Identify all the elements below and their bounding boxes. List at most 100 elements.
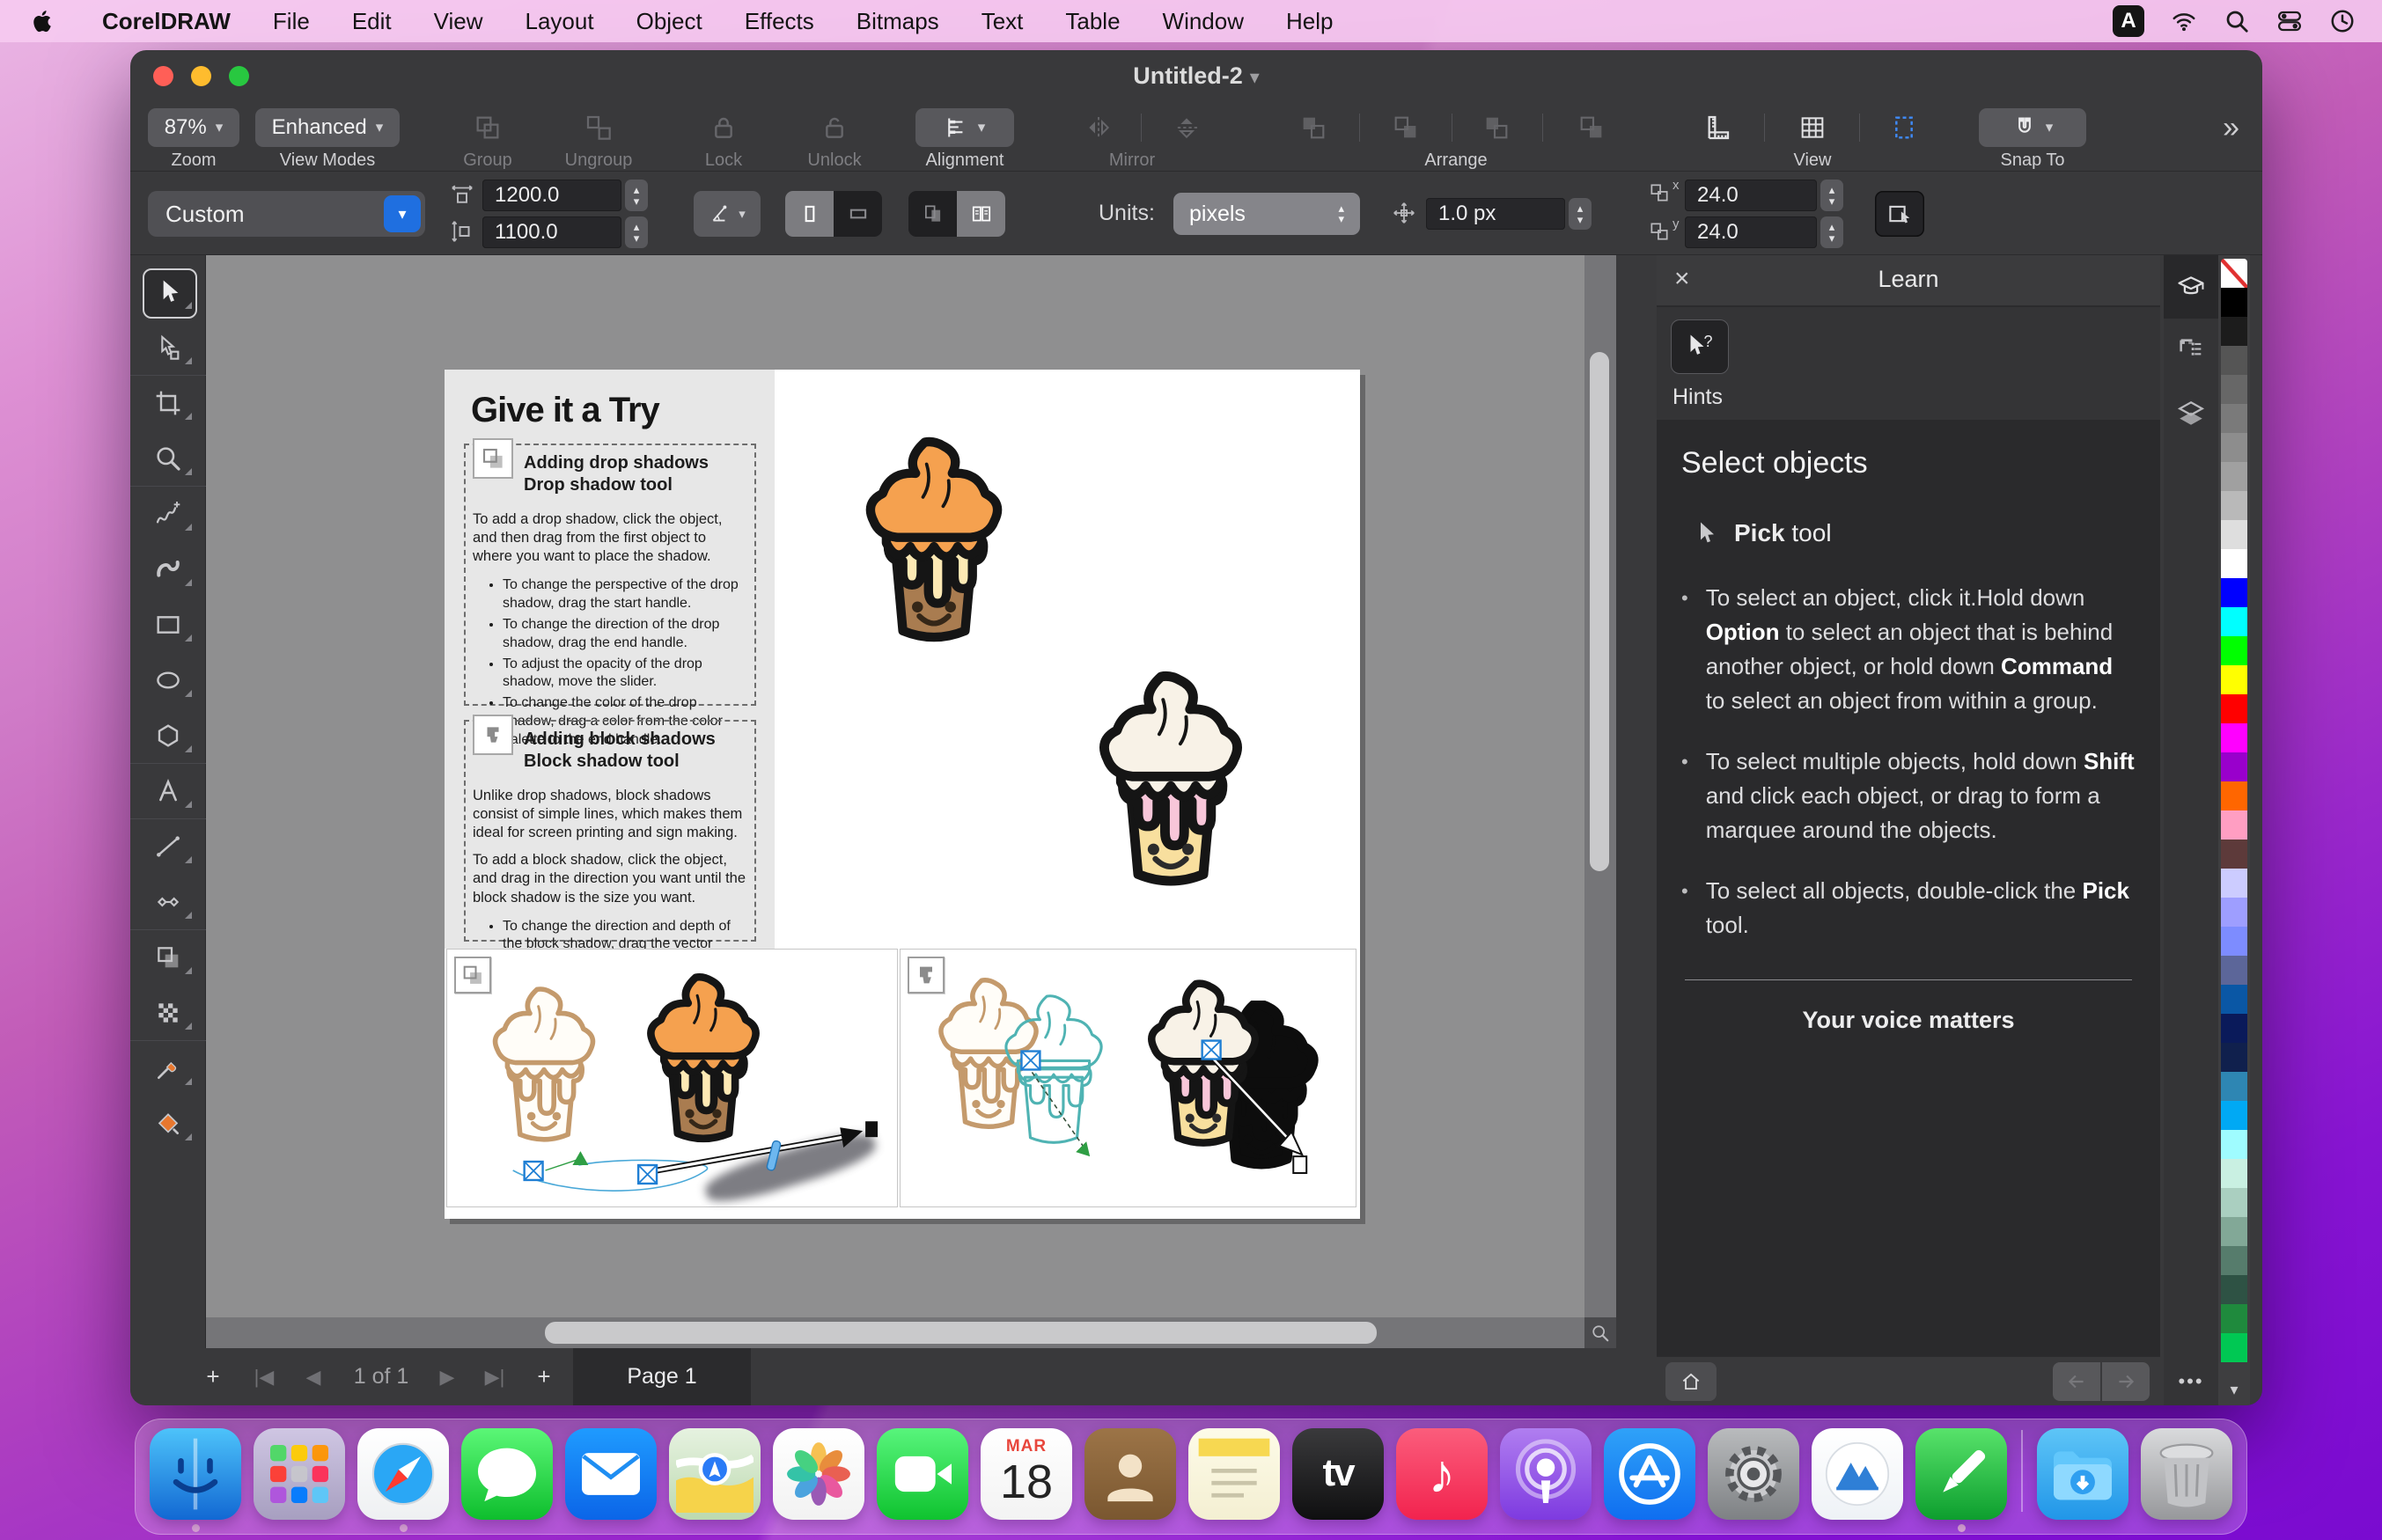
- dock-maps[interactable]: [669, 1428, 761, 1532]
- color-swatch[interactable]: [2221, 1101, 2247, 1130]
- orange-cupcake-artwork[interactable]: [842, 436, 1026, 653]
- dock-contacts[interactable]: [1084, 1428, 1176, 1532]
- color-swatch[interactable]: [2221, 927, 2247, 956]
- horizontal-scrollbar[interactable]: [206, 1317, 1584, 1348]
- color-swatch[interactable]: [2221, 1043, 2247, 1072]
- menu-file[interactable]: File: [252, 0, 331, 42]
- color-swatch[interactable]: [2221, 781, 2247, 810]
- color-swatch[interactable]: [2221, 375, 2247, 404]
- drawing-canvas[interactable]: Give it a Try Adding drop shadowsDrop sh…: [206, 255, 1584, 1317]
- tool-text[interactable]: [130, 763, 206, 818]
- dup-x-stepper[interactable]: ▴▾: [1820, 180, 1843, 211]
- tool-transparency[interactable]: [130, 985, 206, 1040]
- page-width-input[interactable]: 1200.0: [482, 180, 621, 211]
- preset-chevron-button[interactable]: ▾: [384, 195, 421, 232]
- color-swatch[interactable]: [2221, 433, 2247, 462]
- menu-effects[interactable]: Effects: [724, 0, 835, 42]
- color-swatch[interactable]: [2221, 898, 2247, 927]
- add-page-button[interactable]: +: [195, 1348, 231, 1405]
- unlock-button[interactable]: [814, 108, 855, 147]
- lock-button[interactable]: [703, 108, 744, 147]
- dock-safari[interactable]: [357, 1428, 449, 1532]
- page-size-preset-select[interactable]: Custom ▾: [148, 191, 425, 237]
- back-one-button[interactable]: [1571, 108, 1612, 147]
- menu-text[interactable]: Text: [960, 0, 1045, 42]
- wifi-icon[interactable]: [2171, 8, 2197, 34]
- tool-shape[interactable]: [130, 319, 206, 375]
- forward-button[interactable]: [2102, 1362, 2150, 1401]
- color-swatch[interactable]: [2221, 1304, 2247, 1333]
- last-page-button[interactable]: ▶|: [477, 1348, 512, 1405]
- dock-trash[interactable]: [2141, 1428, 2232, 1532]
- search-icon[interactable]: [2224, 8, 2250, 34]
- landscape-button[interactable]: [834, 191, 882, 237]
- dock-tv[interactable]: tv: [1292, 1428, 1384, 1532]
- alignment-dropdown[interactable]: ▾: [915, 108, 1014, 147]
- dock-notes[interactable]: [1188, 1428, 1280, 1532]
- orange-cupcake-demo[interactable]: [628, 972, 779, 1152]
- duplicate-x-input[interactable]: 24.0: [1685, 180, 1817, 211]
- dock-appstore[interactable]: [1604, 1428, 1695, 1532]
- color-swatch[interactable]: [2221, 1159, 2247, 1188]
- color-swatch[interactable]: [2221, 665, 2247, 694]
- color-swatch[interactable]: [2221, 985, 2247, 1014]
- no-fill-swatch[interactable]: [2221, 259, 2247, 288]
- title-chevron-icon[interactable]: ▾: [1250, 66, 1260, 88]
- toolbar-overflow-button[interactable]: »: [2223, 108, 2239, 147]
- color-swatch[interactable]: [2221, 1217, 2247, 1246]
- color-swatch[interactable]: [2221, 869, 2247, 898]
- menu-edit[interactable]: Edit: [331, 0, 413, 42]
- tool-crop[interactable]: [130, 375, 206, 430]
- outline-cupcake-artwork[interactable]: [474, 985, 614, 1152]
- nudge-stepper[interactable]: ▴▾: [1569, 198, 1592, 230]
- more-options-button[interactable]: •••: [2164, 1370, 2218, 1393]
- guidelines-button[interactable]: [1884, 108, 1924, 147]
- clock-icon[interactable]: [2329, 8, 2356, 34]
- dock-messages[interactable]: [461, 1428, 553, 1532]
- tool-smart-fill[interactable]: [130, 1096, 206, 1151]
- page-1-tab[interactable]: Page 1: [573, 1348, 751, 1405]
- mirror-vertical-button[interactable]: [1166, 108, 1207, 147]
- apple-menu-icon[interactable]: [30, 8, 56, 34]
- tool-ellipse[interactable]: [130, 652, 206, 708]
- color-swatch[interactable]: [2221, 520, 2247, 549]
- ungroup-button[interactable]: [578, 108, 619, 147]
- color-swatch[interactable]: [2221, 1275, 2247, 1304]
- first-page-button[interactable]: |◀: [246, 1348, 282, 1405]
- drawing-scale-button[interactable]: ▾: [694, 191, 761, 237]
- to-back-button[interactable]: [1386, 108, 1426, 147]
- height-stepper[interactable]: ▴▾: [625, 216, 648, 248]
- dock-coreldraw-app[interactable]: [1915, 1428, 2007, 1532]
- to-front-button[interactable]: [1293, 108, 1334, 147]
- dock-downloads[interactable]: [2037, 1428, 2128, 1532]
- learn-tab[interactable]: [2164, 255, 2218, 319]
- input-source-icon[interactable]: A: [2113, 5, 2144, 37]
- tool-connector[interactable]: [130, 874, 206, 929]
- document-page[interactable]: Give it a Try Adding drop shadowsDrop sh…: [445, 370, 1360, 1219]
- color-swatch[interactable]: [2221, 607, 2247, 636]
- dock-settings[interactable]: [1708, 1428, 1799, 1532]
- color-swatch[interactable]: [2221, 1014, 2247, 1043]
- grid-button[interactable]: [1792, 108, 1833, 147]
- color-swatch[interactable]: [2221, 636, 2247, 665]
- dock-calendar[interactable]: MAR 18: [981, 1428, 1072, 1532]
- title-bar[interactable]: Untitled-2▾: [130, 50, 2262, 101]
- color-swatch[interactable]: [2221, 462, 2247, 491]
- menu-window[interactable]: Window: [1142, 0, 1265, 42]
- color-swatch[interactable]: [2221, 317, 2247, 346]
- color-swatch[interactable]: [2221, 1130, 2247, 1159]
- dock-facetime[interactable]: [877, 1428, 968, 1532]
- dock-blue-mountain-app[interactable]: [1812, 1428, 1903, 1532]
- color-swatch[interactable]: [2221, 404, 2247, 433]
- menu-help[interactable]: Help: [1265, 0, 1354, 42]
- color-swatch[interactable]: [2221, 288, 2247, 317]
- pink-cupcake-artwork[interactable]: [1075, 671, 1267, 898]
- vertical-scrollbar[interactable]: [1584, 255, 1616, 1317]
- color-swatch[interactable]: [2221, 346, 2247, 375]
- tool-polygon[interactable]: [130, 708, 206, 763]
- forward-one-button[interactable]: [1476, 108, 1517, 147]
- color-swatch[interactable]: [2221, 840, 2247, 869]
- width-stepper[interactable]: ▴▾: [625, 180, 648, 211]
- page-height-input[interactable]: 1100.0: [482, 216, 621, 248]
- next-page-button[interactable]: ▶: [430, 1348, 465, 1405]
